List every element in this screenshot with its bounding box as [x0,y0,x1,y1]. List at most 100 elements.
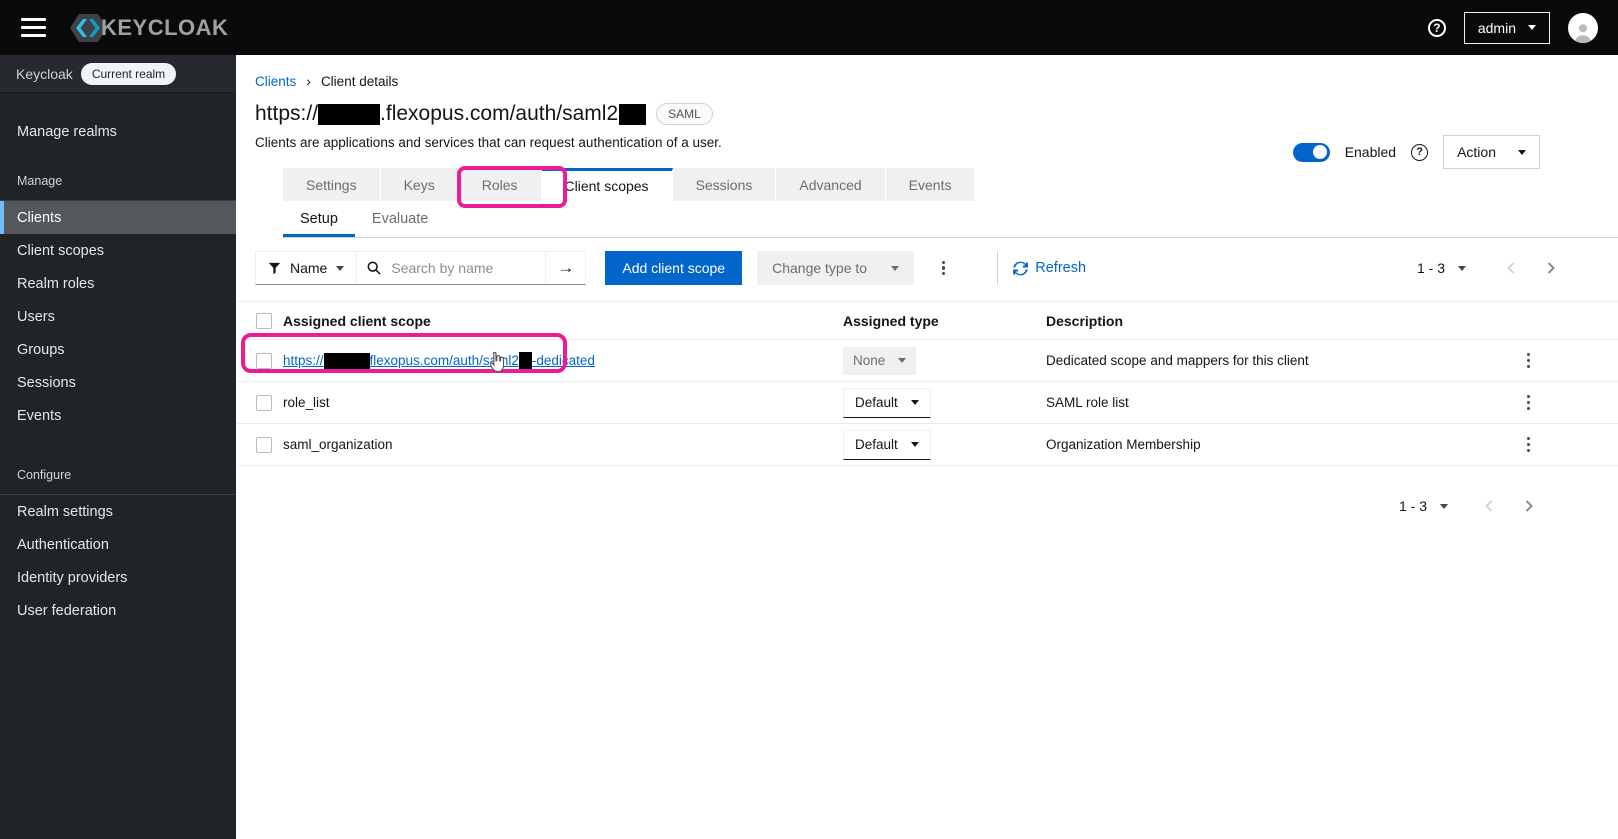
assigned-type-value: Default [855,395,898,410]
tab-settings[interactable]: Settings [283,168,381,201]
assigned-type-select[interactable]: Default [843,387,931,418]
next-page-button[interactable] [1546,261,1556,275]
column-header-description: Description [1046,312,1124,329]
redaction-box [518,351,532,370]
row-kebab-button[interactable] [1519,387,1538,418]
hamburger-icon[interactable] [15,7,52,48]
chevron-left-icon [1485,500,1493,512]
sidebar-item-manage-realms[interactable]: Manage realms [0,115,236,148]
select-all-checkbox[interactable] [256,312,272,329]
row-checkbox[interactable] [256,436,272,453]
toolbar-kebab-button[interactable] [934,253,953,284]
chevron-down-icon [891,265,900,271]
sidebar-item-groups[interactable]: Groups [0,333,236,366]
search-filter-group: Name → [255,251,587,285]
sidebar-item-client-scopes[interactable]: Client scopes [0,234,236,267]
pagination-top: 1 - 3 [1417,260,1556,276]
header-controls: Enabled ? Action [1292,135,1540,169]
title-prefix: https:// [255,102,319,125]
sidebar-item-events[interactable]: Events [0,399,236,432]
sidebar-item-clients[interactable]: Clients [0,201,236,234]
assigned-type-select-disabled: None [843,346,916,375]
search-area: → [357,252,585,284]
table-header-row: Assigned client scope Assigned type Desc… [236,301,1618,340]
sidebar-item-authentication[interactable]: Authentication [0,528,236,561]
chevron-left-icon [1507,262,1515,274]
sidebar-item-users[interactable]: Users [0,300,236,333]
sidebar-item-realm-settings[interactable]: Realm settings [0,495,236,528]
action-label: Action [1457,144,1496,160]
breadcrumb-clients-link[interactable]: Clients [255,74,296,89]
avatar[interactable] [1568,12,1598,43]
row-kebab-button[interactable] [1519,429,1538,460]
next-page-button[interactable] [1524,499,1534,513]
assigned-type-select[interactable]: Default [843,429,931,460]
main-content: Clients › Client details https:// .flexo… [236,55,1618,839]
filter-icon [268,262,281,274]
subtab-setup[interactable]: Setup [283,201,355,237]
client-scopes-table: Assigned client scope Assigned type Desc… [236,301,1618,466]
realm-selector[interactable]: Keycloak Current realm [0,55,236,93]
keycloak-admin-console: KEYCLOAK ? admin Keycloak Current realm … [0,0,1618,839]
page-title: https:// .flexopus.com/auth/saml2 SAML [255,102,1618,126]
search-submit-button[interactable]: → [545,252,585,284]
assigned-type-value: None [853,353,886,368]
chevron-down-icon [911,400,919,405]
chevron-down-icon[interactable] [1458,265,1466,271]
breadcrumb-separator: › [306,73,311,89]
sidebar: Keycloak Current realm Manage realms Man… [0,55,236,839]
title-domain: .flexopus.com/auth/saml2 [380,102,619,125]
tab-advanced[interactable]: Advanced [776,168,886,201]
scope-name: saml_organization [283,437,393,452]
brand-text: KEYCLOAK [101,14,229,40]
description-cell: Dedicated scope and mappers for this cli… [1046,353,1309,368]
sidebar-item-identity-providers[interactable]: Identity providers [0,561,236,594]
current-realm-badge: Current realm [80,62,177,85]
chevron-down-icon[interactable] [1440,503,1448,509]
row-checkbox[interactable] [256,352,272,369]
client-scopes-subtabs: Setup Evaluate [283,201,1618,238]
refresh-button[interactable]: Refresh [1013,260,1086,276]
change-type-dropdown: Change type to [757,251,915,285]
prev-page-button[interactable] [1506,261,1516,275]
assigned-type-value: Default [855,437,898,452]
help-icon[interactable]: ? [1411,143,1429,161]
filter-name-dropdown[interactable]: Name [256,252,358,284]
tab-sessions[interactable]: Sessions [672,168,777,201]
search-input[interactable] [389,259,546,277]
tab-roles[interactable]: Roles [458,168,542,201]
chevron-down-icon [336,265,345,271]
divider [997,251,999,285]
row-checkbox[interactable] [256,394,272,411]
scope-link-suffix: -dedicated [531,353,595,368]
client-scope-link[interactable]: https:// flexopus.com/auth/saml2 -dedica… [283,351,843,370]
tab-keys[interactable]: Keys [380,168,459,201]
breadcrumb: Clients › Client details [236,55,1618,89]
help-icon[interactable]: ? [1427,18,1446,37]
tab-events[interactable]: Events [885,168,975,201]
row-kebab-button[interactable] [1519,345,1538,376]
add-client-scope-button[interactable]: Add client scope [605,251,743,285]
scope-name: role_list [283,395,330,410]
sidebar-item-user-federation[interactable]: User federation [0,594,236,627]
chevron-down-icon [911,442,919,447]
sidebar-item-sessions[interactable]: Sessions [0,366,236,399]
pagination-bottom: 1 - 3 [236,498,1618,514]
table-row-dedicated-scope: https:// flexopus.com/auth/saml2 -dedica… [236,340,1618,382]
client-details-tabs: Settings Keys Roles Client scopes Sessio… [283,168,1618,201]
chevron-down-icon [898,358,906,363]
enabled-toggle[interactable] [1292,142,1330,162]
subtab-evaluate[interactable]: Evaluate [355,201,445,237]
prev-page-button[interactable] [1484,499,1494,513]
person-icon [1574,23,1592,43]
sidebar-item-realm-roles[interactable]: Realm roles [0,267,236,300]
action-dropdown[interactable]: Action [1443,135,1540,169]
scope-link-prefix: https:// [283,353,324,368]
redaction-box [323,352,370,369]
tab-client-scopes[interactable]: Client scopes [541,168,673,201]
filter-label: Name [290,260,328,276]
masthead: KEYCLOAK ? admin [0,0,1618,55]
refresh-label: Refresh [1035,260,1087,276]
refresh-icon [1013,261,1029,275]
user-menu-dropdown[interactable]: admin [1463,11,1550,44]
